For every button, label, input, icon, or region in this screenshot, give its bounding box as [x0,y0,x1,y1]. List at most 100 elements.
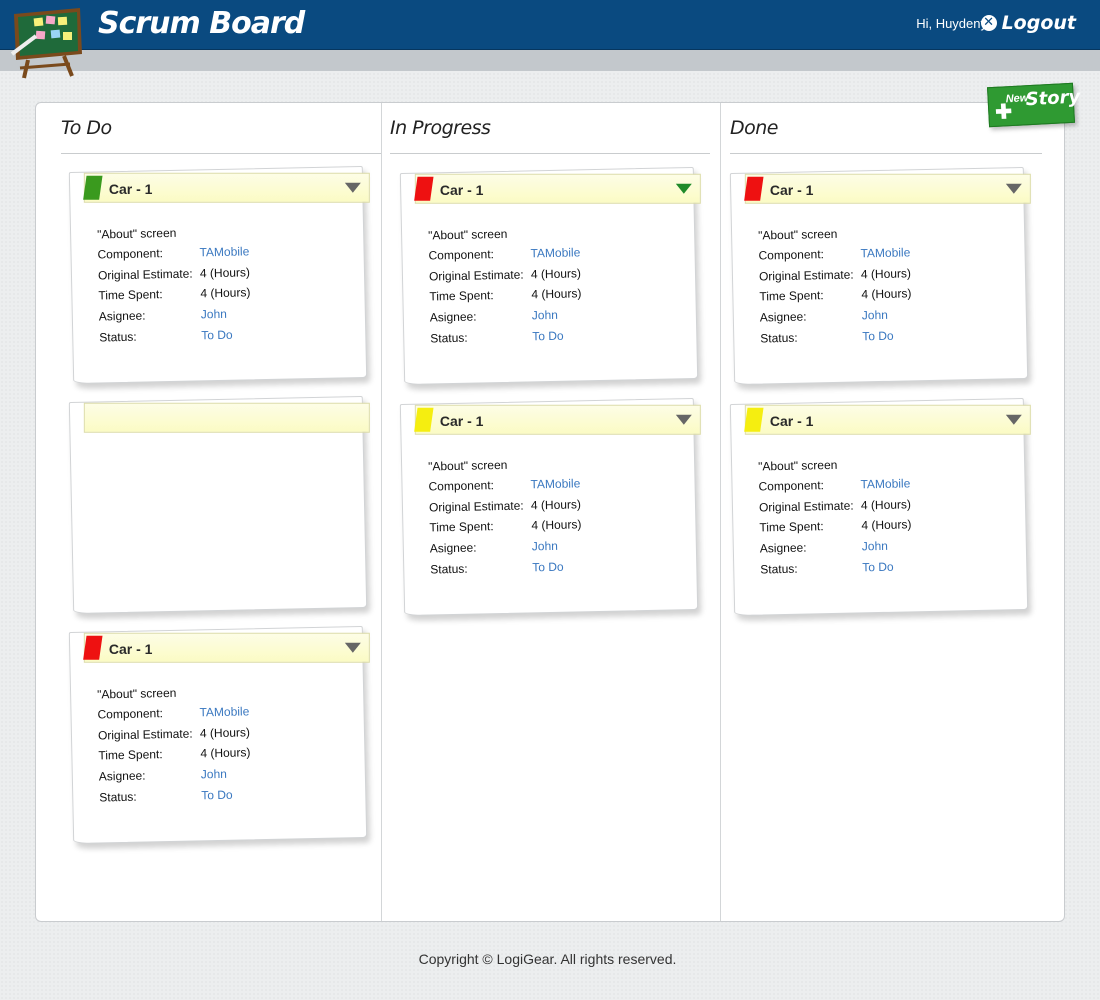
card-summary: "About" screen [96,225,177,242]
priority-flag [414,407,434,432]
priority-flag [744,176,764,201]
new-story-big-label: Story [1025,86,1081,111]
card-field-original-estimate: 4 (Hours) [199,725,251,741]
app-title: Scrum Board [98,6,305,41]
card-body: "About" screen Component: TAMobile Original… [97,682,360,811]
priority-flag [744,407,764,432]
card-field-status[interactable]: To Do [201,787,233,802]
card-body: "About" screen Component: TAMobile Original… [97,222,360,351]
card-field-component[interactable]: TAMobile [530,245,580,260]
card-field-label: Original Estimate: [428,498,524,515]
story-card[interactable]: Car - 1 "About" screen Component: TAMobile O… [399,397,701,617]
card-field-label: Status: [760,330,798,346]
card-field-label: Time Spent: [429,288,494,304]
card-menu-toggle-icon[interactable] [1005,183,1022,194]
story-card[interactable]: Car - 1 "About" screen Component: TAMobile O… [68,625,370,845]
card-header: Car - 1 [83,172,370,203]
story-card[interactable]: Car - 1 "About" screen Component: TAMobile O… [729,166,1031,386]
card-field-asignee[interactable]: John [201,307,227,322]
card-field-component[interactable]: TAMobile [199,244,249,259]
card-field-time-spent: 4 (Hours) [861,517,912,533]
close-circle-icon: ✕ [980,15,997,31]
card-field-component[interactable]: TAMobile [199,704,249,719]
card-field-label: Asignee: [429,540,477,556]
card-body: "About" screen Component: TAMobile Original… [428,223,691,352]
column-rule [61,153,381,154]
column-divider [720,103,721,921]
story-card[interactable]: Car - 1 "About" screen Component: TAMobile O… [68,165,370,385]
card-field-status[interactable]: To Do [532,559,564,574]
card-field-label: Status: [99,329,137,345]
card-menu-toggle-icon[interactable] [675,414,692,425]
card-body: "About" screen Component: TAMobile Original… [758,223,1021,352]
card-field-status[interactable]: To Do [862,559,894,574]
card-field-asignee[interactable]: John [532,308,558,323]
card-field-label: Original Estimate: [97,726,193,743]
card-field-time-spent: 4 (Hours) [200,285,251,301]
card-menu-toggle-icon[interactable] [344,182,361,193]
card-field-label: Status: [430,561,468,577]
card-field-asignee[interactable]: John [532,539,558,554]
card-field-label: Status: [99,789,137,805]
card-summary: "About" screen [427,457,508,474]
card-menu-toggle-icon[interactable] [1005,414,1022,425]
column-rule [390,153,710,154]
card-summary: "About" screen [757,226,838,243]
card-field-label: Time Spent: [98,287,163,303]
footer-copyright: Copyright © LogiGear. All rights reserve… [418,951,677,967]
card-field-component[interactable]: TAMobile [860,476,910,491]
priority-flag [83,635,103,660]
new-story-button[interactable]: ✚ New Story [987,82,1081,128]
logout-button[interactable]: ✕ Logout [980,12,1076,34]
story-card[interactable] [68,395,370,615]
card-body: "About" screen Component: TAMobile Original… [758,454,1021,583]
story-card[interactable]: Car - 1 "About" screen Component: TAMobile O… [729,397,1031,617]
card-field-row: Status: To Do [99,325,359,351]
card-field-time-spent: 4 (Hours) [531,517,582,533]
card-menu-toggle-icon[interactable] [344,642,361,653]
card-field-row: Status: To Do [760,557,1020,583]
column-rule [730,153,1042,154]
card-menu-toggle-icon[interactable] [675,183,692,194]
card-field-label: Time Spent: [429,519,494,535]
card-header [83,402,370,433]
column-divider [381,103,382,921]
card-body: "About" screen Component: TAMobile Original… [428,454,691,583]
card-summary: "About" screen [757,457,838,474]
column-title-done: Done [730,117,779,139]
card-field-asignee[interactable]: John [862,539,888,554]
card-field-label: Status: [760,561,798,577]
priority-flag [414,176,434,201]
card-field-row: Status: To Do [760,326,1020,352]
card-field-label: Asignee: [759,309,807,325]
card-field-original-estimate: 4 (Hours) [860,266,912,282]
chalkboard-logo-icon [10,8,82,79]
card-field-status[interactable]: To Do [201,327,233,342]
card-header: Car - 1 [414,404,701,435]
card-header: Car - 1 [744,404,1031,435]
card-field-label: Component: [758,478,825,494]
card-field-asignee[interactable]: John [862,308,888,323]
card-field-asignee[interactable]: John [201,767,227,782]
card-field-label: Component: [97,706,164,722]
card-field-original-estimate: 4 (Hours) [199,265,251,281]
card-title: Car - 1 [108,180,153,197]
card-field-label: Original Estimate: [758,498,854,515]
card-field-original-estimate: 4 (Hours) [860,497,912,513]
column-title-in-progress: In Progress [390,117,491,139]
card-field-time-spent: 4 (Hours) [531,286,582,302]
card-field-original-estimate: 4 (Hours) [530,497,582,513]
card-field-component[interactable]: TAMobile [530,476,580,491]
card-field-component[interactable]: TAMobile [860,245,910,260]
card-field-status[interactable]: To Do [862,328,894,343]
card-field-label: Time Spent: [759,288,824,304]
story-card[interactable]: Car - 1 "About" screen Component: TAMobile O… [399,166,701,386]
card-header: Car - 1 [744,173,1031,204]
card-title: Car - 1 [769,412,814,429]
card-field-status[interactable]: To Do [532,328,564,343]
card-title: Car - 1 [439,181,484,198]
card-field-label: Component: [758,247,825,263]
plus-icon: ✚ [994,101,1013,124]
card-field-time-spent: 4 (Hours) [861,286,912,302]
card-summary: "About" screen [427,226,508,243]
